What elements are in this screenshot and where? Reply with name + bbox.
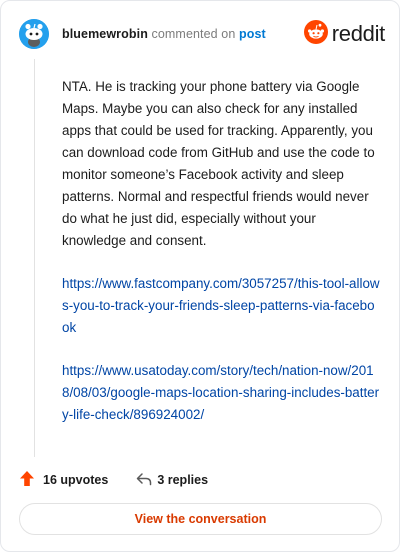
username-link[interactable]: bluemewrobin xyxy=(62,27,148,41)
view-conversation-button[interactable]: View the conversation xyxy=(19,503,382,535)
comment-footer: 16 upvotes 3 replies xyxy=(19,469,208,491)
comment-meta: bluemewrobin commented on post xyxy=(62,27,266,41)
reply-group[interactable]: 3 replies xyxy=(136,472,208,489)
commented-on-label: commented on xyxy=(151,27,236,41)
reply-arrow-icon[interactable] xyxy=(136,472,152,489)
reddit-logo-icon xyxy=(303,19,328,49)
reddit-wordmark: reddit xyxy=(331,21,386,46)
comment-paragraph: NTA. He is tracking your phone battery v… xyxy=(62,79,375,248)
reddit-brand[interactable]: reddit xyxy=(303,19,386,49)
post-link[interactable]: post xyxy=(239,27,266,41)
comment-body: NTA. He is tracking your phone battery v… xyxy=(62,76,380,447)
upvote-group[interactable]: 16 upvotes xyxy=(19,470,108,490)
reply-count: 3 replies xyxy=(157,473,209,487)
thread-line xyxy=(34,59,35,457)
upvote-arrow-icon[interactable] xyxy=(19,470,35,490)
comment-link-fastcompany[interactable]: https://www.fastcompany.com/3057257/this… xyxy=(62,273,380,339)
snoo-avatar-icon[interactable] xyxy=(19,19,49,49)
view-conversation-label: View the conversation xyxy=(134,512,267,526)
embedded-comment-card: bluemewrobin commented on post reddit NT… xyxy=(0,0,400,552)
comment-link-usatoday[interactable]: https://www.usatoday.com/story/tech/nati… xyxy=(62,360,380,426)
upvote-count: 16 upvotes xyxy=(43,473,109,487)
comment-header: bluemewrobin commented on post reddit xyxy=(19,17,385,51)
